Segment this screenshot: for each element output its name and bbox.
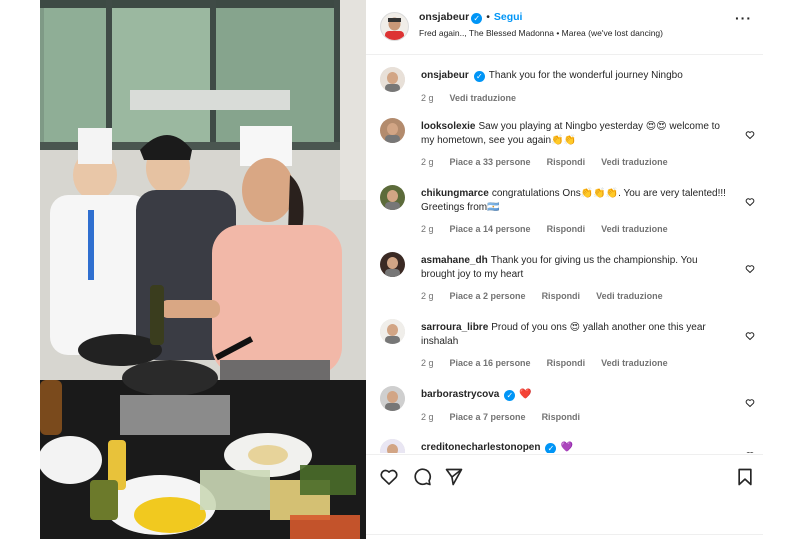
- see-translation-button[interactable]: Vedi traduzione: [450, 93, 517, 103]
- comment-time: 2 g: [421, 93, 434, 103]
- comment-username[interactable]: sarroura_libre: [421, 322, 488, 333]
- comment-meta: 2 g Piace a 16 persone Rispondi Vedi traduz…: [421, 358, 684, 368]
- comment-time: 2 g: [421, 412, 434, 422]
- comment-username[interactable]: asmahane_dh: [421, 255, 488, 266]
- commenter-avatar[interactable]: [380, 118, 405, 143]
- divider: [366, 534, 763, 535]
- commenter-avatar[interactable]: [380, 386, 405, 411]
- comment-meta: 2 g Piace a 14 persone Rispondi Vedi traduz…: [421, 224, 684, 234]
- see-translation-button[interactable]: Vedi traduzione: [601, 358, 668, 368]
- comment-like-heart-icon[interactable]: [745, 331, 755, 341]
- post-panel: onsjabeur ✓ • Segui Fred again.., The Bless…: [366, 0, 763, 539]
- comment-like-heart-icon[interactable]: [745, 398, 755, 408]
- comments-list[interactable]: onsjabeur ✓ Thank you for the wonderful jo…: [366, 55, 763, 453]
- bookmark-icon[interactable]: [735, 467, 755, 487]
- comment-username[interactable]: barborastrycova: [421, 389, 499, 400]
- reply-button[interactable]: Rispondi: [542, 291, 581, 301]
- verified-badge-icon: ✓: [545, 443, 557, 453]
- comment-username[interactable]: creditonecharlestonopen: [421, 442, 540, 453]
- comment-text-block: onsjabeur ✓ Thank you for the wonderful jo…: [421, 69, 733, 83]
- comment-time: 2 g: [421, 224, 434, 234]
- comment-body: Thank you for the wonderful journey Ning…: [488, 70, 683, 81]
- comment-meta: 2 g Piace a 2 persone Rispondi Vedi traduzi…: [421, 291, 679, 301]
- comment-time: 2 g: [421, 157, 434, 167]
- heart-icon[interactable]: [379, 467, 399, 487]
- comment-time: 2 g: [421, 291, 434, 301]
- comment-likes-count[interactable]: Piace a 16 persone: [450, 358, 531, 368]
- action-bar: [366, 454, 763, 500]
- comment-icon[interactable]: [412, 467, 432, 487]
- audio-track-link[interactable]: Fred again.., The Blessed Madonna • Mare…: [419, 28, 663, 38]
- share-icon[interactable]: [444, 467, 464, 487]
- comment-meta: 2 g Piace a 7 persone Rispondi: [421, 412, 596, 422]
- comment-time: 2 g: [421, 358, 434, 368]
- see-translation-button[interactable]: Vedi traduzione: [601, 224, 668, 234]
- post-media-image[interactable]: [40, 0, 366, 539]
- comment-text-block: looksolexie Saw you playing at Ningbo yes…: [421, 120, 733, 147]
- verified-badge-icon: ✓: [471, 13, 483, 24]
- comment-text-block: barborastrycova ✓ ❤️: [421, 388, 733, 402]
- comment-like-heart-icon[interactable]: [745, 130, 755, 140]
- cooking-scene-photo: [40, 0, 366, 539]
- comment-likes-count[interactable]: Piace a 2 persone: [450, 291, 526, 301]
- comment-likes-count[interactable]: Piace a 14 persone: [450, 224, 531, 234]
- comment-like-heart-icon[interactable]: [745, 451, 755, 453]
- see-translation-button[interactable]: Vedi traduzione: [601, 157, 668, 167]
- post-header: onsjabeur ✓ • Segui Fred again.., The Bless…: [366, 0, 763, 55]
- verified-badge-icon: ✓: [473, 71, 485, 82]
- comment-text-block: sarroura_libre Proud of you ons 😍 yallah …: [421, 321, 733, 348]
- commenter-avatar[interactable]: [380, 252, 405, 277]
- comment-body: ❤️: [519, 389, 532, 400]
- post-author-line: onsjabeur ✓ • Segui: [419, 11, 522, 24]
- comment-username[interactable]: looksolexie: [421, 121, 475, 132]
- comment-text-block: asmahane_dh Thank you for giving us the c…: [421, 254, 733, 281]
- reply-button[interactable]: Rispondi: [547, 157, 586, 167]
- commenter-avatar[interactable]: [380, 67, 405, 92]
- reply-button[interactable]: Rispondi: [542, 412, 581, 422]
- user-avatar[interactable]: [380, 12, 409, 41]
- comment-likes-count[interactable]: Piace a 7 persone: [450, 412, 526, 422]
- comment-meta: 2 g Vedi traduzione: [421, 93, 532, 103]
- reply-button[interactable]: Rispondi: [547, 224, 586, 234]
- commenter-avatar[interactable]: [380, 439, 405, 453]
- comment-body: 💜: [560, 442, 573, 453]
- more-options-icon[interactable]: ···: [735, 11, 753, 28]
- comment-meta: 2 g Piace a 33 persone Rispondi Vedi traduz…: [421, 157, 684, 167]
- follow-button[interactable]: Segui: [494, 11, 523, 23]
- comment-username[interactable]: onsjabeur: [421, 70, 469, 81]
- comment-text-block: chikungmarce congratulations Ons👏👏👏. You …: [421, 187, 733, 214]
- verified-badge-icon: ✓: [504, 390, 516, 401]
- see-translation-button[interactable]: Vedi traduzione: [596, 291, 663, 301]
- commenter-avatar[interactable]: [380, 185, 405, 210]
- comment-likes-count[interactable]: Piace a 33 persone: [450, 157, 531, 167]
- comment-username[interactable]: chikungmarce: [421, 188, 489, 199]
- comment-like-heart-icon[interactable]: [745, 264, 755, 274]
- comment-text-block: creditonecharlestonopen ✓ 💜: [421, 441, 733, 453]
- reply-button[interactable]: Rispondi: [547, 358, 586, 368]
- post-username[interactable]: onsjabeur: [419, 11, 469, 23]
- commenter-avatar[interactable]: [380, 319, 405, 344]
- comment-like-heart-icon[interactable]: [745, 197, 755, 207]
- dot-separator: •: [486, 11, 490, 23]
